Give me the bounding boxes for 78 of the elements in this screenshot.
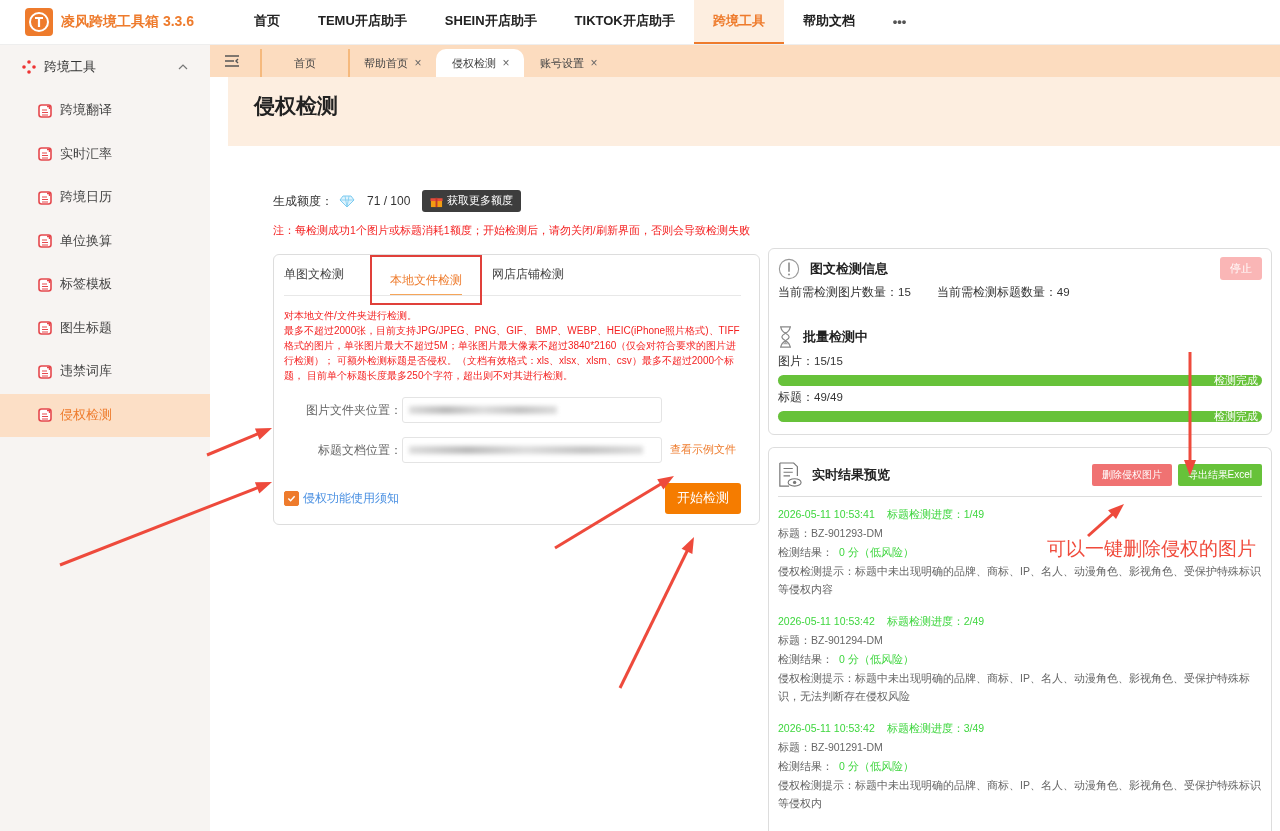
sidebar-group[interactable]: 跨境工具	[0, 45, 210, 89]
field-label: 标题文档位置：	[317, 441, 402, 459]
count-text: 当前需检测图片数量：15	[778, 285, 911, 300]
nav-item[interactable]: 首页	[235, 0, 299, 44]
card-title: 图文检测信息	[810, 259, 889, 278]
card-title: 批量检测中	[803, 328, 869, 346]
diamond-icon	[339, 194, 355, 208]
progress-status: 检测完成	[1214, 410, 1258, 423]
result-label: 检测结果：	[778, 545, 833, 560]
sidebar-item[interactable]: 图生标题	[0, 306, 210, 350]
sidebar-item[interactable]: 跨境日历	[0, 176, 210, 220]
page-tab[interactable]: 账号设置 ×	[524, 49, 612, 77]
result-title: 标题：BZ-901294-DM	[778, 633, 884, 648]
tool-icon	[38, 277, 52, 292]
progress-status: 检测完成	[1214, 374, 1258, 387]
result-label: 检测结果：	[778, 759, 833, 774]
result-score: 0 分（低风险）	[839, 652, 914, 667]
notice-text: 注：每检测成功1个图片或标题消耗1额度；开始检测后，请勿关闭/刷新界面，否则会导致检测失败	[273, 224, 751, 238]
menu-icon[interactable]	[224, 55, 240, 67]
count-text: 当前需检测标题数量：49	[936, 285, 1070, 300]
detect-tab[interactable]: 网店店铺检测	[492, 255, 580, 295]
description-text: 对本地文件/文件夹进行检测。	[284, 309, 418, 323]
result-hint: 侵权检测提示：标题中未出现明确的品牌、商标、IP、名人、动漫角色、影视角色、受保护特殊标识，无法判断存在侵权风险	[778, 671, 1251, 704]
quota-label: 生成额度：	[273, 192, 333, 210]
tool-icon	[38, 321, 52, 336]
result-time: 2026-05-11 10:53:42	[778, 721, 875, 736]
notice-link[interactable]: 侵权功能使用须知	[303, 490, 399, 507]
close-icon[interactable]: ×	[590, 56, 598, 70]
field-label: 图片文件夹位置：	[305, 401, 402, 419]
result-score: 0 分（低风险）	[839, 759, 914, 774]
result-time: 2026-05-11 10:53:41	[778, 507, 875, 522]
tool-icon	[38, 103, 52, 118]
page-title: 侵权检测	[254, 92, 338, 119]
nav-item[interactable]: 帮助文档	[783, 0, 874, 44]
sidebar-item[interactable]: 单位换算	[0, 219, 210, 263]
document-eye-icon	[778, 462, 802, 488]
sidebar-item[interactable]: 违禁词库	[0, 350, 210, 394]
detect-tab[interactable]: 单图文检测	[284, 255, 360, 295]
tool-icon	[38, 147, 52, 162]
app-name: 凌风跨境工具箱 3.3.6	[61, 13, 195, 31]
more-button[interactable]: •••	[873, 0, 926, 44]
result-title: 标题：BZ-901293-DM	[778, 526, 884, 541]
close-icon[interactable]: ×	[414, 56, 422, 70]
card-title: 实时结果预览	[812, 466, 891, 484]
progress-label: 标题：49/49	[778, 390, 844, 405]
check-icon	[287, 494, 296, 503]
tool-icon	[38, 408, 52, 423]
sidebar-item[interactable]: 跨境翻译	[0, 89, 210, 133]
tool-icon	[38, 364, 52, 379]
close-icon[interactable]: ×	[502, 56, 510, 70]
result-score: 0 分（低风险）	[839, 545, 914, 560]
exclamation-icon	[778, 257, 800, 280]
get-quota-button[interactable]: 获取更多额度	[422, 190, 522, 212]
sidebar-item[interactable]: 实时汇率	[0, 132, 210, 176]
result-title: 标题：BZ-901291-DM	[778, 740, 884, 755]
annotation-arrow	[1087, 504, 1124, 538]
description-text: 最多不超过2000张，目前支持JPG/JPEG、PNG、GIF、 BMP、WEBP、HEIC(iPhone照片格式)、TIFF格式的图片，单张图片最大不超过5M；单张图片最大像素不超过3840*2160（仅会对符合要求的图片进行检测）； 可额外检测标题是否侵权。（文档有效格式：xls、xlsx、xlsm、csv）最多不超过2000个标题， 目前单个标题长度最多250个字符，超出则不对其进行检测。	[284, 324, 741, 383]
tool-icon	[38, 190, 52, 205]
annotation-arrow	[206, 428, 272, 457]
logo-icon	[25, 8, 53, 36]
checkbox[interactable]	[284, 491, 299, 506]
nav-item[interactable]: SHEIN开店助手	[425, 0, 556, 44]
sidebar-item[interactable]: 标签模板	[0, 263, 210, 307]
progress-label: 图片：15/15	[778, 354, 844, 369]
group-label: 跨境工具	[44, 58, 97, 76]
group-icon	[22, 60, 36, 74]
nav-item[interactable]: TEMU开店助手	[299, 0, 426, 44]
result-time: 2026-05-11 10:53:42	[778, 614, 875, 629]
result-hint: 侵权检测提示：标题中未出现明确的品牌、商标、IP、名人、动漫角色、影视角色、受保护特殊标识等侵权内容	[778, 564, 1262, 597]
path-field[interactable]	[402, 437, 662, 463]
nav-item[interactable]: TIKTOK开店助手	[555, 0, 694, 44]
tool-icon	[38, 234, 52, 249]
page-tab[interactable]: 侵权检测 ×	[436, 49, 524, 77]
hourglass-icon	[778, 326, 793, 348]
result-hint: 侵权检测提示：标题中未出现明确的品牌、商标、IP、名人、动漫角色、影视角色、受保护特殊标识等侵权内	[778, 778, 1262, 811]
quota-value: 71 / 100	[367, 194, 411, 208]
path-field[interactable]	[402, 397, 662, 423]
result-label: 检测结果：	[778, 652, 833, 667]
